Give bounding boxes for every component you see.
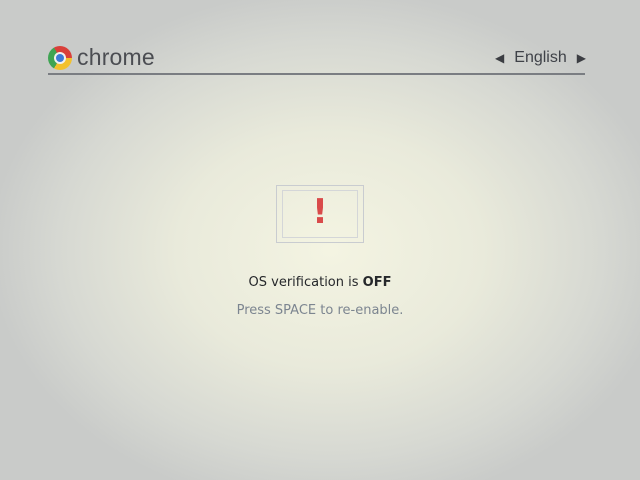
brand: chrome <box>48 44 155 71</box>
header-divider <box>48 73 585 75</box>
recovery-screen: chrome ◀ English ▶ ! OS verification is … <box>0 0 640 480</box>
language-prev-icon[interactable]: ◀ <box>495 51 504 65</box>
verification-message: OS verification is OFF <box>0 275 640 290</box>
verification-message-text: OS verification is <box>248 275 363 290</box>
language-selector[interactable]: ◀ English ▶ <box>495 49 586 67</box>
exclamation-icon: ! <box>312 192 328 232</box>
warning-icon: ! <box>276 185 364 243</box>
reenable-hint: Press SPACE to re-enable. <box>236 303 404 318</box>
language-next-icon[interactable]: ▶ <box>577 51 586 65</box>
chrome-logo-icon <box>48 45 72 70</box>
language-label: English <box>514 49 567 66</box>
brand-name: chrome <box>77 44 155 70</box>
verification-status: OFF <box>362 275 392 290</box>
